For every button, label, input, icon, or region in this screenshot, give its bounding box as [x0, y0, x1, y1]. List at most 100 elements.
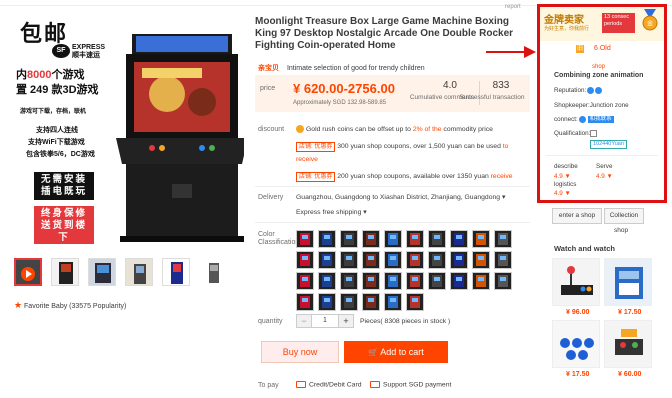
- quantity-minus-button[interactable]: −: [297, 315, 311, 327]
- swatch-screen-icon: [346, 298, 352, 302]
- promo-tekken-line: 包含铁拳5/6，DC游戏: [26, 151, 95, 158]
- arcade-cabinet-image: [116, 34, 244, 242]
- color-swatch[interactable]: [428, 251, 446, 269]
- thumbnail-4[interactable]: [162, 258, 190, 286]
- color-swatch[interactable]: [428, 272, 446, 290]
- price-value: ¥ 620.00-2756.00: [293, 81, 395, 96]
- watch-item-3-price: ¥ 17.50: [566, 371, 590, 378]
- quantity-input[interactable]: 1: [311, 315, 339, 327]
- color-swatch[interactable]: [472, 230, 490, 248]
- watch-title: Watch and watch: [554, 244, 615, 253]
- joystick-icon: [553, 259, 599, 305]
- color-swatch[interactable]: [362, 293, 380, 311]
- cart-icon: 🛒: [368, 348, 379, 357]
- watch-item-2-image[interactable]: [604, 258, 652, 306]
- coupon-receive-link[interactable]: to: [503, 143, 509, 150]
- color-label: Color Classification: [258, 231, 300, 246]
- shop-name[interactable]: Combining zone animation: [554, 72, 643, 79]
- thumbnail-1[interactable]: [51, 258, 79, 286]
- old-shop-word: shop: [592, 64, 606, 70]
- chevron-down-icon: ▾: [501, 194, 506, 201]
- promo-4p-line: 支持四人连线: [36, 127, 78, 134]
- color-swatch[interactable]: [384, 293, 402, 311]
- transactions-label: Successful transaction: [459, 94, 525, 101]
- contact-me-button[interactable]: 和我联系: [587, 116, 614, 123]
- favorite-link[interactable]: ★ Favorite Baby (33575 Popularity): [14, 300, 126, 311]
- color-swatch[interactable]: [340, 230, 358, 248]
- thumbnail-3[interactable]: [125, 258, 153, 286]
- add-to-cart-button[interactable]: 🛒 Add to cart: [344, 341, 448, 363]
- quantity-plus-button[interactable]: +: [339, 315, 353, 327]
- color-swatch[interactable]: [450, 230, 468, 248]
- color-swatch[interactable]: [362, 251, 380, 269]
- color-swatch[interactable]: [318, 251, 336, 269]
- controller-icon: [605, 321, 651, 367]
- thumbnail-video[interactable]: [14, 258, 42, 286]
- swatch-screen-icon: [478, 235, 484, 239]
- color-swatch[interactable]: [296, 293, 314, 311]
- color-swatch[interactable]: [450, 251, 468, 269]
- thumbnail-5[interactable]: [199, 258, 227, 286]
- color-swatch[interactable]: [406, 251, 424, 269]
- color-swatch[interactable]: [384, 272, 402, 290]
- coupon-receive-link[interactable]: receive: [491, 173, 513, 180]
- color-swatch[interactable]: [340, 272, 358, 290]
- swatch-screen-icon: [412, 256, 418, 260]
- color-swatch[interactable]: [318, 230, 336, 248]
- crown-icon: [595, 87, 603, 94]
- swatch-screen-icon: [346, 256, 352, 260]
- color-swatch[interactable]: [340, 251, 358, 269]
- delivery-label: Delivery: [258, 194, 284, 201]
- watch-item-4-image[interactable]: [604, 320, 652, 368]
- swatch-screen-icon: [500, 256, 506, 260]
- promo-3d-line: 置 249 款3D游戏: [16, 84, 99, 96]
- color-swatch[interactable]: [384, 230, 402, 248]
- payment-card-text: Credit/Debit Card: [309, 381, 362, 389]
- coin-icon: [296, 125, 304, 133]
- color-swatch[interactable]: [472, 272, 490, 290]
- thumbnail-2[interactable]: [88, 258, 116, 286]
- swatch-screen-icon: [390, 256, 396, 260]
- color-swatch[interactable]: [494, 272, 512, 290]
- delivery-route-text: Guangzhou, Guangdong to Xiashan District…: [296, 194, 501, 201]
- color-swatch[interactable]: [494, 251, 512, 269]
- collect-shop-button[interactable]: Collection: [604, 208, 644, 224]
- qq-tag[interactable]: 102440Yuan: [590, 140, 627, 149]
- color-swatch[interactable]: [362, 230, 380, 248]
- color-swatch[interactable]: [318, 272, 336, 290]
- color-swatch[interactable]: [472, 251, 490, 269]
- color-swatch[interactable]: [450, 272, 468, 290]
- play-icon: [16, 260, 40, 284]
- color-swatch[interactable]: [428, 230, 446, 248]
- color-swatch[interactable]: [406, 230, 424, 248]
- color-swatch[interactable]: [318, 293, 336, 311]
- color-swatch[interactable]: [406, 272, 424, 290]
- delivery-shipping[interactable]: Express free shipping ▾: [296, 208, 367, 216]
- enter-shop-button[interactable]: enter a shop: [552, 208, 602, 224]
- report-link[interactable]: report: [505, 4, 521, 10]
- color-swatch[interactable]: [296, 230, 314, 248]
- star-icon: ★: [14, 300, 23, 310]
- main-product-image[interactable]: 包邮 SF EXPRESS 顺丰速运 内8000个游戏 置 249 款3D游戏 …: [14, 14, 244, 244]
- color-swatch[interactable]: [494, 230, 512, 248]
- cabinet-thumb-icon: [163, 259, 189, 285]
- color-swatch[interactable]: [406, 293, 424, 311]
- promo-banner: 包邮 SF EXPRESS 顺丰速运 内8000个游戏 置 249 款3D游戏 …: [14, 14, 112, 244]
- promo-plug-play-box: 无需安装 插电既玩: [34, 172, 94, 200]
- delivery-route[interactable]: Guangzhou, Guangdong to Xiashan District…: [296, 193, 505, 201]
- color-swatch[interactable]: [296, 251, 314, 269]
- color-swatch[interactable]: [362, 272, 380, 290]
- promo-warranty-box: 终身保修 送货到楼下: [34, 206, 94, 244]
- color-swatch[interactable]: [296, 272, 314, 290]
- gold-seller-sub: 为好生意，你我前行: [544, 26, 590, 32]
- shopkeeper-row: Shopkeeper:Junction zone: [554, 102, 629, 109]
- color-swatch[interactable]: [384, 251, 402, 269]
- coupon-receive-link-2[interactable]: receive: [296, 156, 318, 163]
- swatch-screen-icon: [368, 235, 374, 239]
- board-icon: [605, 259, 651, 305]
- buy-now-button[interactable]: Buy now: [261, 341, 339, 363]
- license-icon[interactable]: [590, 130, 598, 137]
- watch-item-1-image[interactable]: [552, 258, 600, 306]
- color-swatch[interactable]: [340, 293, 358, 311]
- watch-item-3-image[interactable]: [552, 320, 600, 368]
